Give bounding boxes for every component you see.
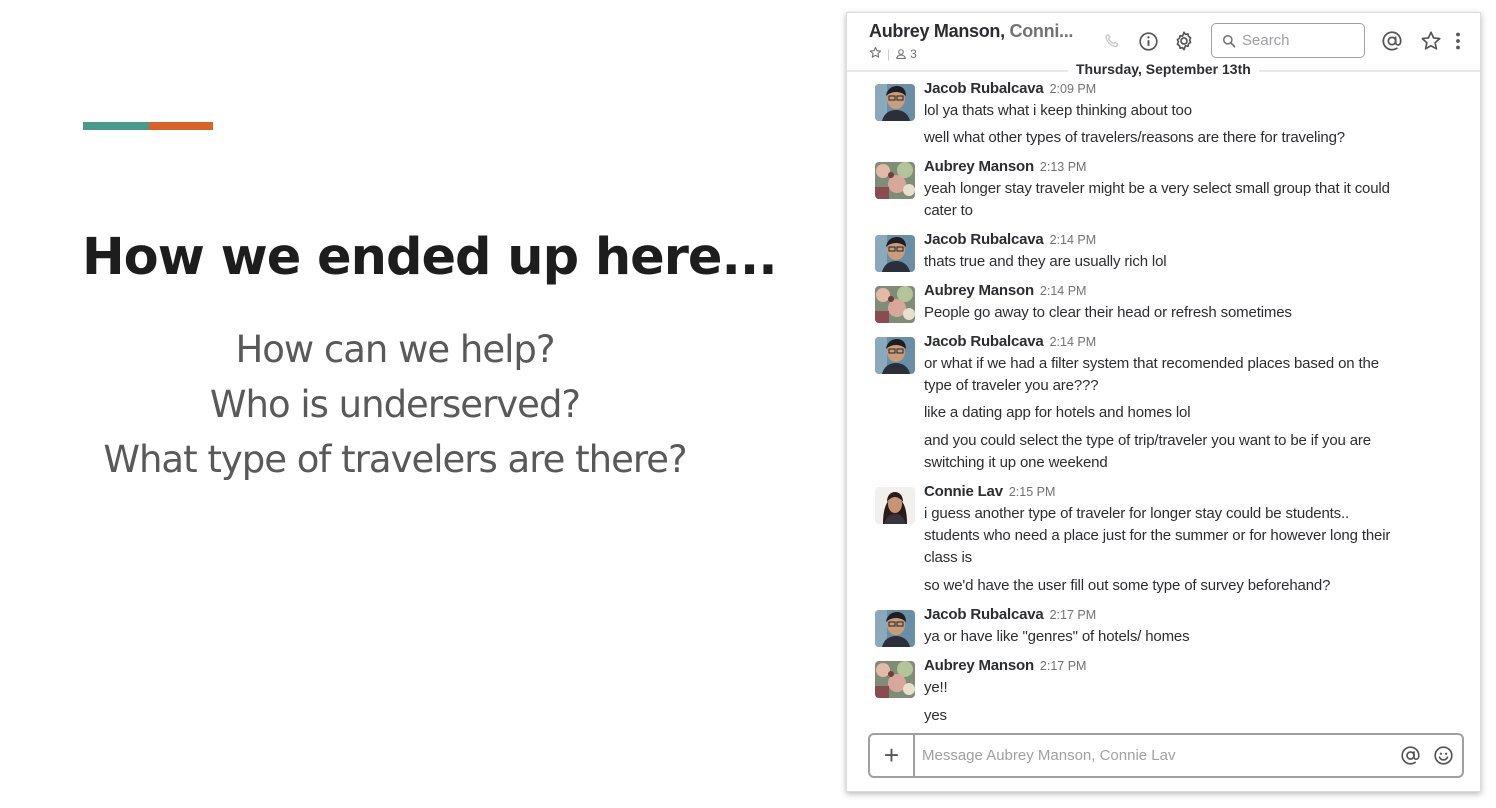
sender-name[interactable]: Aubrey Manson [924, 657, 1034, 674]
message-text: type of traveler you are??? [924, 377, 1099, 394]
timestamp[interactable]: 2:17 PM [1050, 608, 1097, 622]
sender-name[interactable]: Jacob Rubalcava [924, 231, 1044, 248]
avatar-jacob[interactable] [875, 235, 915, 272]
member-icon [896, 49, 906, 60]
member-count-value: 3 [910, 47, 917, 61]
slack-window: Aubrey Manson, Conni... | 3 Search Thurs… [846, 12, 1481, 792]
info-icon[interactable] [1137, 30, 1159, 52]
avatar-jacob[interactable] [875, 84, 915, 121]
avatar-aubrey[interactable] [875, 162, 915, 199]
avatar-aubrey[interactable] [875, 661, 915, 698]
timestamp[interactable]: 2:13 PM [1040, 160, 1087, 174]
subtitle-line: What type of travelers are there? [103, 438, 687, 481]
channel-meta: | 3 [869, 46, 917, 62]
add-attachment-button[interactable]: + [870, 735, 915, 776]
emoji-icon[interactable] [1429, 742, 1457, 770]
search-input[interactable]: Search [1211, 23, 1365, 58]
message-text: cater to [924, 202, 973, 219]
avatar-jacob[interactable] [875, 610, 915, 647]
message-text: lol ya thats what i keep thinking about … [924, 102, 1192, 119]
timestamp[interactable]: 2:17 PM [1040, 659, 1087, 673]
member-count[interactable]: 3 [895, 47, 917, 61]
message-text: yeah longer stay traveler might be a ver… [924, 180, 1390, 197]
message-text: like a dating app for hotels and homes l… [924, 404, 1191, 421]
timestamp[interactable]: 2:15 PM [1009, 485, 1056, 499]
timestamp[interactable]: 2:14 PM [1050, 335, 1097, 349]
message-text: i guess another type of traveler for lon… [924, 505, 1350, 522]
message-text: thats true and they are usually rich lol [924, 253, 1167, 270]
avatar-jacob[interactable] [875, 337, 915, 374]
accent-bar [83, 122, 213, 130]
message-text: and you could select the type of trip/tr… [924, 432, 1371, 449]
channel-name-primary: Aubrey Manson, [869, 21, 1010, 41]
channel-name[interactable]: Aubrey Manson, Conni... [869, 21, 1091, 42]
message-header: Jacob Rubalcava 2:09 PM [924, 80, 1096, 97]
sender-name[interactable]: Jacob Rubalcava [924, 606, 1044, 623]
message-text: ya or have like "genres" of hotels/ home… [924, 628, 1190, 645]
message-header: Jacob Rubalcava 2:14 PM [924, 333, 1096, 350]
message-header: Jacob Rubalcava 2:17 PM [924, 606, 1096, 623]
star-icon[interactable] [869, 46, 882, 62]
at-icon[interactable] [1381, 30, 1403, 52]
timestamp[interactable]: 2:14 PM [1050, 233, 1097, 247]
more-icon[interactable] [1451, 30, 1465, 52]
message-text: so we'd have the user fill out some type… [924, 577, 1331, 594]
sender-name[interactable]: Connie Lav [924, 483, 1003, 500]
sender-name[interactable]: Jacob Rubalcava [924, 333, 1044, 350]
message-text: class is [924, 549, 972, 566]
message-text: or what if we had a filter system that r… [924, 355, 1379, 372]
message-text: students who need a place just for the s… [924, 527, 1391, 544]
message-header: Connie Lav 2:15 PM [924, 483, 1055, 500]
message-text: yes [924, 707, 947, 724]
message-input[interactable] [915, 735, 1396, 776]
message-list: Jacob Rubalcava 2:09 PM lol ya thats wha… [847, 72, 1480, 730]
subtitle-line: Who is underserved? [209, 383, 581, 426]
message-header: Aubrey Manson 2:17 PM [924, 657, 1086, 674]
star-icon[interactable] [1420, 30, 1442, 52]
message-header: Aubrey Manson 2:14 PM [924, 282, 1086, 299]
timestamp[interactable]: 2:14 PM [1040, 284, 1087, 298]
accent-bar-orange [149, 122, 213, 130]
date-divider: Thursday, September 13th [1068, 61, 1259, 77]
at-icon[interactable] [1396, 742, 1424, 770]
avatar-aubrey[interactable] [875, 286, 915, 323]
subtitle-line: How can we help? [235, 328, 555, 371]
message-text: ye!! [924, 679, 948, 696]
message-header: Jacob Rubalcava 2:14 PM [924, 231, 1096, 248]
avatar-connie[interactable] [875, 487, 915, 524]
search-placeholder: Search [1242, 32, 1290, 49]
meta-separator: | [887, 47, 891, 61]
slide-subtitle: How can we help? Who is underserved? Wha… [60, 322, 730, 487]
message-composer: + [868, 733, 1464, 778]
sender-name[interactable]: Jacob Rubalcava [924, 80, 1044, 97]
timestamp[interactable]: 2:09 PM [1050, 82, 1097, 96]
message-text: switching it up one weekend [924, 454, 1108, 471]
message-text: People go away to clear their head or re… [924, 304, 1292, 321]
phone-icon[interactable] [1101, 30, 1123, 52]
sender-name[interactable]: Aubrey Manson [924, 282, 1034, 299]
accent-bar-teal [83, 122, 149, 130]
slide-title: How we ended up here... [82, 228, 778, 287]
channel-name-secondary: Conni... [1009, 21, 1074, 41]
message-text: well what other types of travelers/reaso… [924, 129, 1345, 146]
gear-icon[interactable] [1173, 30, 1195, 52]
search-icon [1222, 34, 1236, 47]
message-header: Aubrey Manson 2:13 PM [924, 158, 1086, 175]
sender-name[interactable]: Aubrey Manson [924, 158, 1034, 175]
